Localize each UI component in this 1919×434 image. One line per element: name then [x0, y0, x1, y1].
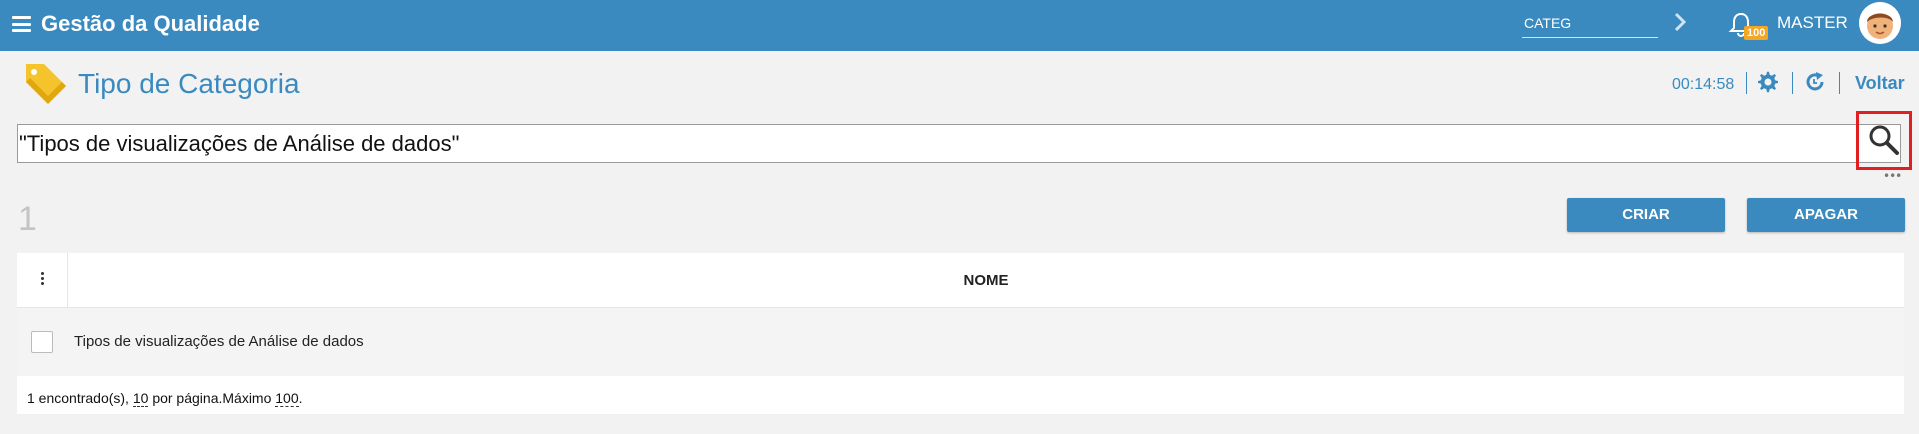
menu-icon[interactable] — [12, 16, 31, 32]
table-footer: 1 encontrado(s), 10 por página.Máximo 10… — [27, 390, 303, 407]
page-title: Tipo de Categoria — [78, 68, 300, 99]
footer-end: . — [298, 390, 303, 406]
search-button[interactable] — [1856, 111, 1912, 170]
divider — [1792, 72, 1793, 94]
chevron-right-icon[interactable] — [1670, 10, 1690, 34]
column-menu-icon[interactable] — [17, 253, 68, 308]
more-options-icon[interactable]: ••• — [1883, 170, 1902, 182]
max-value[interactable]: 100 — [275, 390, 299, 407]
search-icon — [1869, 125, 1899, 155]
avatar[interactable] — [1859, 2, 1901, 44]
back-link[interactable]: Voltar — [1855, 73, 1905, 94]
gear-icon[interactable] — [1756, 70, 1780, 94]
app-title: Gestão da Qualidade — [41, 11, 260, 36]
user-name[interactable]: MASTER — [1777, 13, 1848, 33]
tag-icon — [22, 60, 70, 108]
menu-search-input[interactable] — [1522, 8, 1658, 38]
notification-badge: 100 — [1744, 26, 1769, 40]
search-input[interactable] — [17, 124, 1901, 163]
found-text: 1 encontrado(s), — [27, 390, 129, 406]
top-bar: Gestão da Qualidade 100 MASTER — [0, 0, 1919, 51]
row-checkbox[interactable] — [31, 331, 53, 353]
divider — [1839, 72, 1840, 94]
divider — [1746, 72, 1747, 94]
result-count: 1 — [18, 200, 37, 238]
per-page-text: por página.Máximo — [152, 390, 272, 406]
delete-button[interactable]: APAGAR — [1747, 198, 1905, 232]
results-table: NOME Tipos de visualizações de Análise d… — [17, 253, 1904, 414]
cell-nome[interactable]: Tipos de visualizações de Análise de dad… — [74, 333, 364, 350]
table-row[interactable]: Tipos de visualizações de Análise de dad… — [17, 308, 1904, 376]
session-timer: 00:14:58 — [1672, 76, 1735, 93]
create-button[interactable]: CRIAR — [1567, 198, 1725, 232]
column-header-nome[interactable]: NOME — [68, 253, 1904, 308]
per-page-value[interactable]: 10 — [132, 390, 149, 407]
refresh-icon[interactable] — [1803, 70, 1827, 94]
table-header: NOME — [17, 253, 1904, 308]
